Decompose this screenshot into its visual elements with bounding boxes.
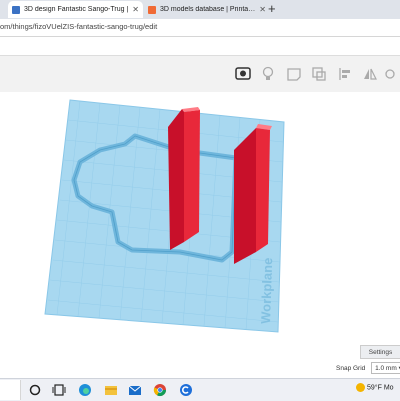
red-wall-right-side	[256, 128, 270, 252]
chrome-icon[interactable]	[153, 383, 167, 397]
browser-tab-strip: 3D design Fantastic Sango-Trug | ✕ 3D mo…	[0, 0, 400, 19]
workplane-label: Workplane	[258, 257, 275, 324]
settings-button[interactable]: Settings	[360, 345, 400, 359]
red-wall-right-front	[234, 128, 256, 264]
snap-grid-value-text: 1.0 mm	[375, 365, 397, 372]
align-icon[interactable]	[337, 66, 353, 82]
task-view-icon[interactable]	[52, 383, 66, 397]
app-toolbar	[0, 55, 400, 93]
tinkercad-favicon-icon	[12, 5, 20, 14]
shapes-icon[interactable]	[311, 66, 327, 82]
printables-favicon-icon	[148, 5, 156, 14]
snap-grid-value[interactable]: 1.0 mm ▾	[371, 362, 400, 374]
taskbar-search-box[interactable]	[0, 380, 21, 400]
snap-grid-control: Snap Grid 1.0 mm ▾	[336, 362, 400, 374]
close-icon[interactable]: ✕	[132, 5, 139, 14]
mirror-icon[interactable]	[362, 66, 378, 82]
new-tab-button[interactable]: +	[268, 1, 276, 16]
note-icon[interactable]	[286, 66, 302, 82]
tab-title: 3D models database | Printables	[160, 6, 256, 13]
group-icon[interactable]	[384, 66, 400, 82]
workplane-viewport[interactable]: Workplane	[0, 92, 400, 378]
sun-icon	[356, 383, 365, 392]
address-bar[interactable]: om/things/fizoVUelZIS-fantastic-sango-tr…	[0, 19, 400, 37]
close-icon[interactable]: ✕	[259, 5, 266, 14]
weather-temp: 59°F	[367, 384, 382, 392]
cortana-icon[interactable]	[28, 383, 42, 397]
snap-grid-label: Snap Grid	[336, 365, 366, 372]
weather-widget[interactable]: 59°F Mo	[356, 383, 394, 392]
edge-icon[interactable]	[78, 383, 92, 397]
red-wall-left-side	[184, 110, 200, 242]
extra-app-icon[interactable]	[179, 383, 193, 397]
tab-title: 3D design Fantastic Sango-Trug |	[24, 6, 129, 13]
lightbulb-icon[interactable]	[260, 66, 276, 82]
weather-suffix: Mo	[383, 384, 394, 392]
red-wall-left-front	[168, 109, 184, 250]
tab-printables[interactable]: 3D models database | Printables ✕	[144, 1, 266, 18]
tab-tinkercad-design[interactable]: 3D design Fantastic Sango-Trug | ✕	[8, 1, 143, 18]
url-text[interactable]: om/things/fizoVUelZIS-fantastic-sango-tr…	[0, 22, 157, 31]
windows-taskbar: 59°F Mo	[0, 378, 400, 401]
mail-icon[interactable]	[128, 383, 142, 397]
file-explorer-icon[interactable]	[104, 383, 118, 397]
view-eye-icon[interactable]	[235, 66, 251, 82]
